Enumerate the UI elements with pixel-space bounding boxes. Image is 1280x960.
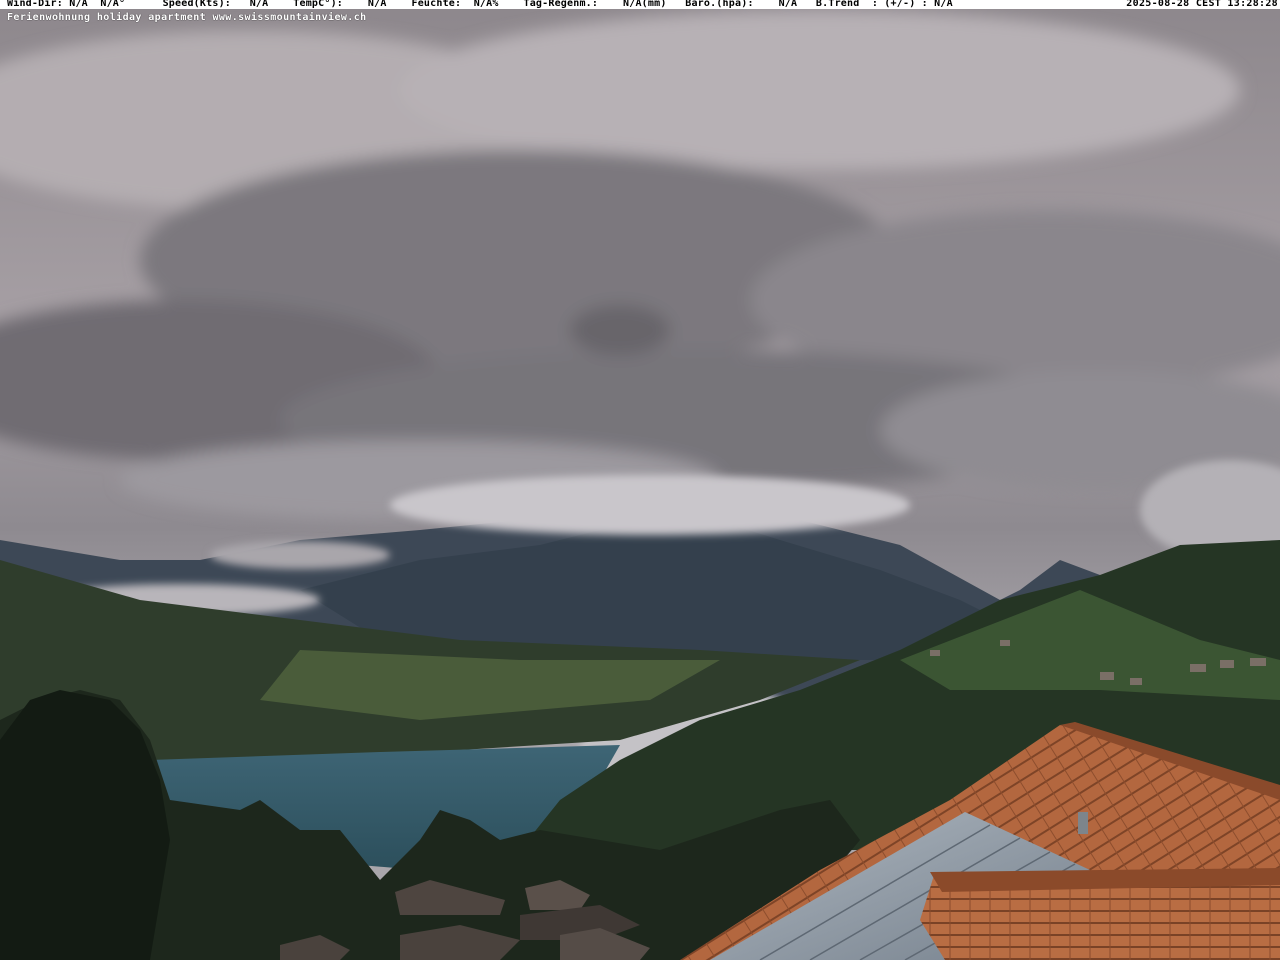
trend-value: N/A (934, 0, 953, 9)
rain-value: N/A(mm) (623, 0, 667, 9)
weather-readout: Wind-Dir: N/A N/A° Speed(Kts): N/A TempC… (7, 0, 953, 9)
wind-dir-label: Wind-Dir: (7, 0, 63, 9)
trend-label: B.Trend : (+/-) : (815, 0, 928, 9)
baro-label: Baro.(hpa): (685, 0, 754, 9)
speed-value: N/A (249, 0, 269, 9)
temp-value: N/A (367, 0, 387, 9)
cloud-layer (0, 10, 1280, 520)
chimney (1078, 812, 1088, 834)
humidity-label: Feuchte: (411, 0, 462, 9)
webcam-caption: Ferienwohnung holiday apartment www.swis… (7, 12, 367, 23)
wind-deg-value: N/A° (100, 0, 126, 9)
wind-dir-value: N/A (69, 0, 88, 9)
rain-label: Tag-Regenm.: (523, 0, 599, 9)
timestamp: 2025-08-28 CEST 13:28:28 (1126, 0, 1278, 9)
webcam-scene (0, 0, 1280, 960)
temp-label: TempC°): (293, 0, 344, 9)
humidity-value: N/A% (473, 0, 499, 9)
baro-value: N/A (778, 0, 798, 9)
speed-label: Speed(Kts): (162, 0, 232, 9)
